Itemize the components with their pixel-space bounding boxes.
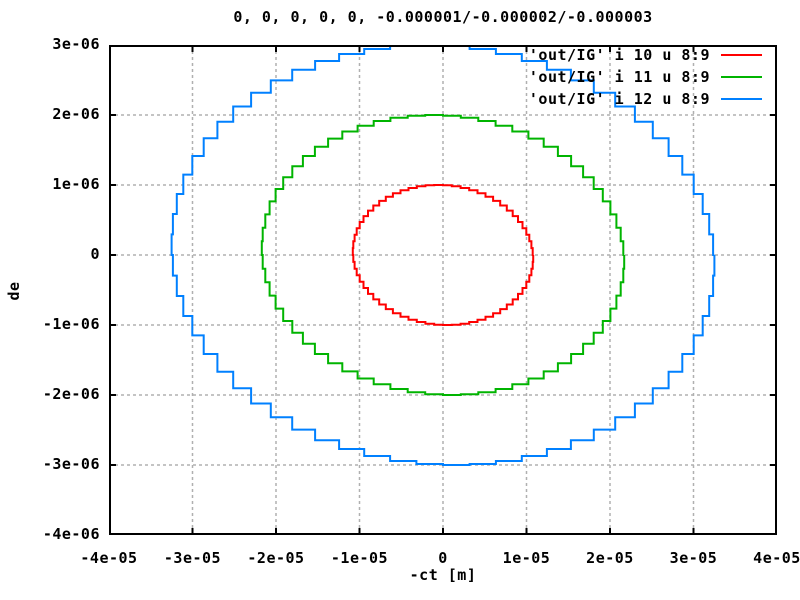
x-tick-label: 3e-05 — [669, 549, 718, 567]
chart-title: 0, 0, 0, 0, 0, -0.000001/-0.000002/-0.00… — [233, 8, 653, 26]
x-tick-label: 4e-05 — [753, 549, 800, 567]
legend-line-sample — [721, 98, 762, 100]
legend-row: 'out/IG' i 10 u 8:9 — [529, 44, 762, 66]
y-tick-label: -2e-06 — [42, 385, 100, 403]
x-tick-label: -1e-05 — [330, 549, 389, 567]
legend-label: 'out/IG' i 11 u 8:9 — [528, 68, 710, 86]
legend-row: 'out/IG' i 12 u 8:9 — [529, 88, 762, 110]
legend: 'out/IG' i 10 u 8:9 'out/IG' i 11 u 8:9 'o… — [529, 44, 762, 110]
x-tick-label: 1e-05 — [502, 549, 551, 567]
x-tick-label: -4e-05 — [80, 549, 138, 567]
x-tick-label: -3e-05 — [163, 549, 222, 567]
y-tick-label: 3e-06 — [52, 35, 100, 53]
plot-border — [109, 45, 777, 535]
legend-line-sample — [721, 54, 762, 56]
y-tick-label: -4e-06 — [42, 525, 100, 543]
gnuplot-chart-window: 0, 0, 0, 0, 0, -0.000001/-0.000002/-0.00… — [0, 0, 800, 600]
y-tick-label: -3e-06 — [42, 455, 100, 473]
x-tick-label: 2e-05 — [586, 549, 634, 567]
y-tick-label: 2e-06 — [52, 105, 100, 123]
legend-label: 'out/IG' i 10 u 8:9 — [528, 46, 710, 64]
x-tick-label: -2e-05 — [247, 549, 305, 567]
legend-label: 'out/IG' i 12 u 8:9 — [528, 90, 710, 108]
legend-row: 'out/IG' i 11 u 8:9 — [529, 66, 762, 88]
y-tick-label: 1e-06 — [52, 175, 100, 193]
x-axis-label: -ct [m] — [409, 566, 477, 584]
legend-line-sample — [721, 76, 762, 78]
x-tick-label: 0 — [438, 549, 448, 567]
y-axis-label: de — [5, 281, 23, 301]
